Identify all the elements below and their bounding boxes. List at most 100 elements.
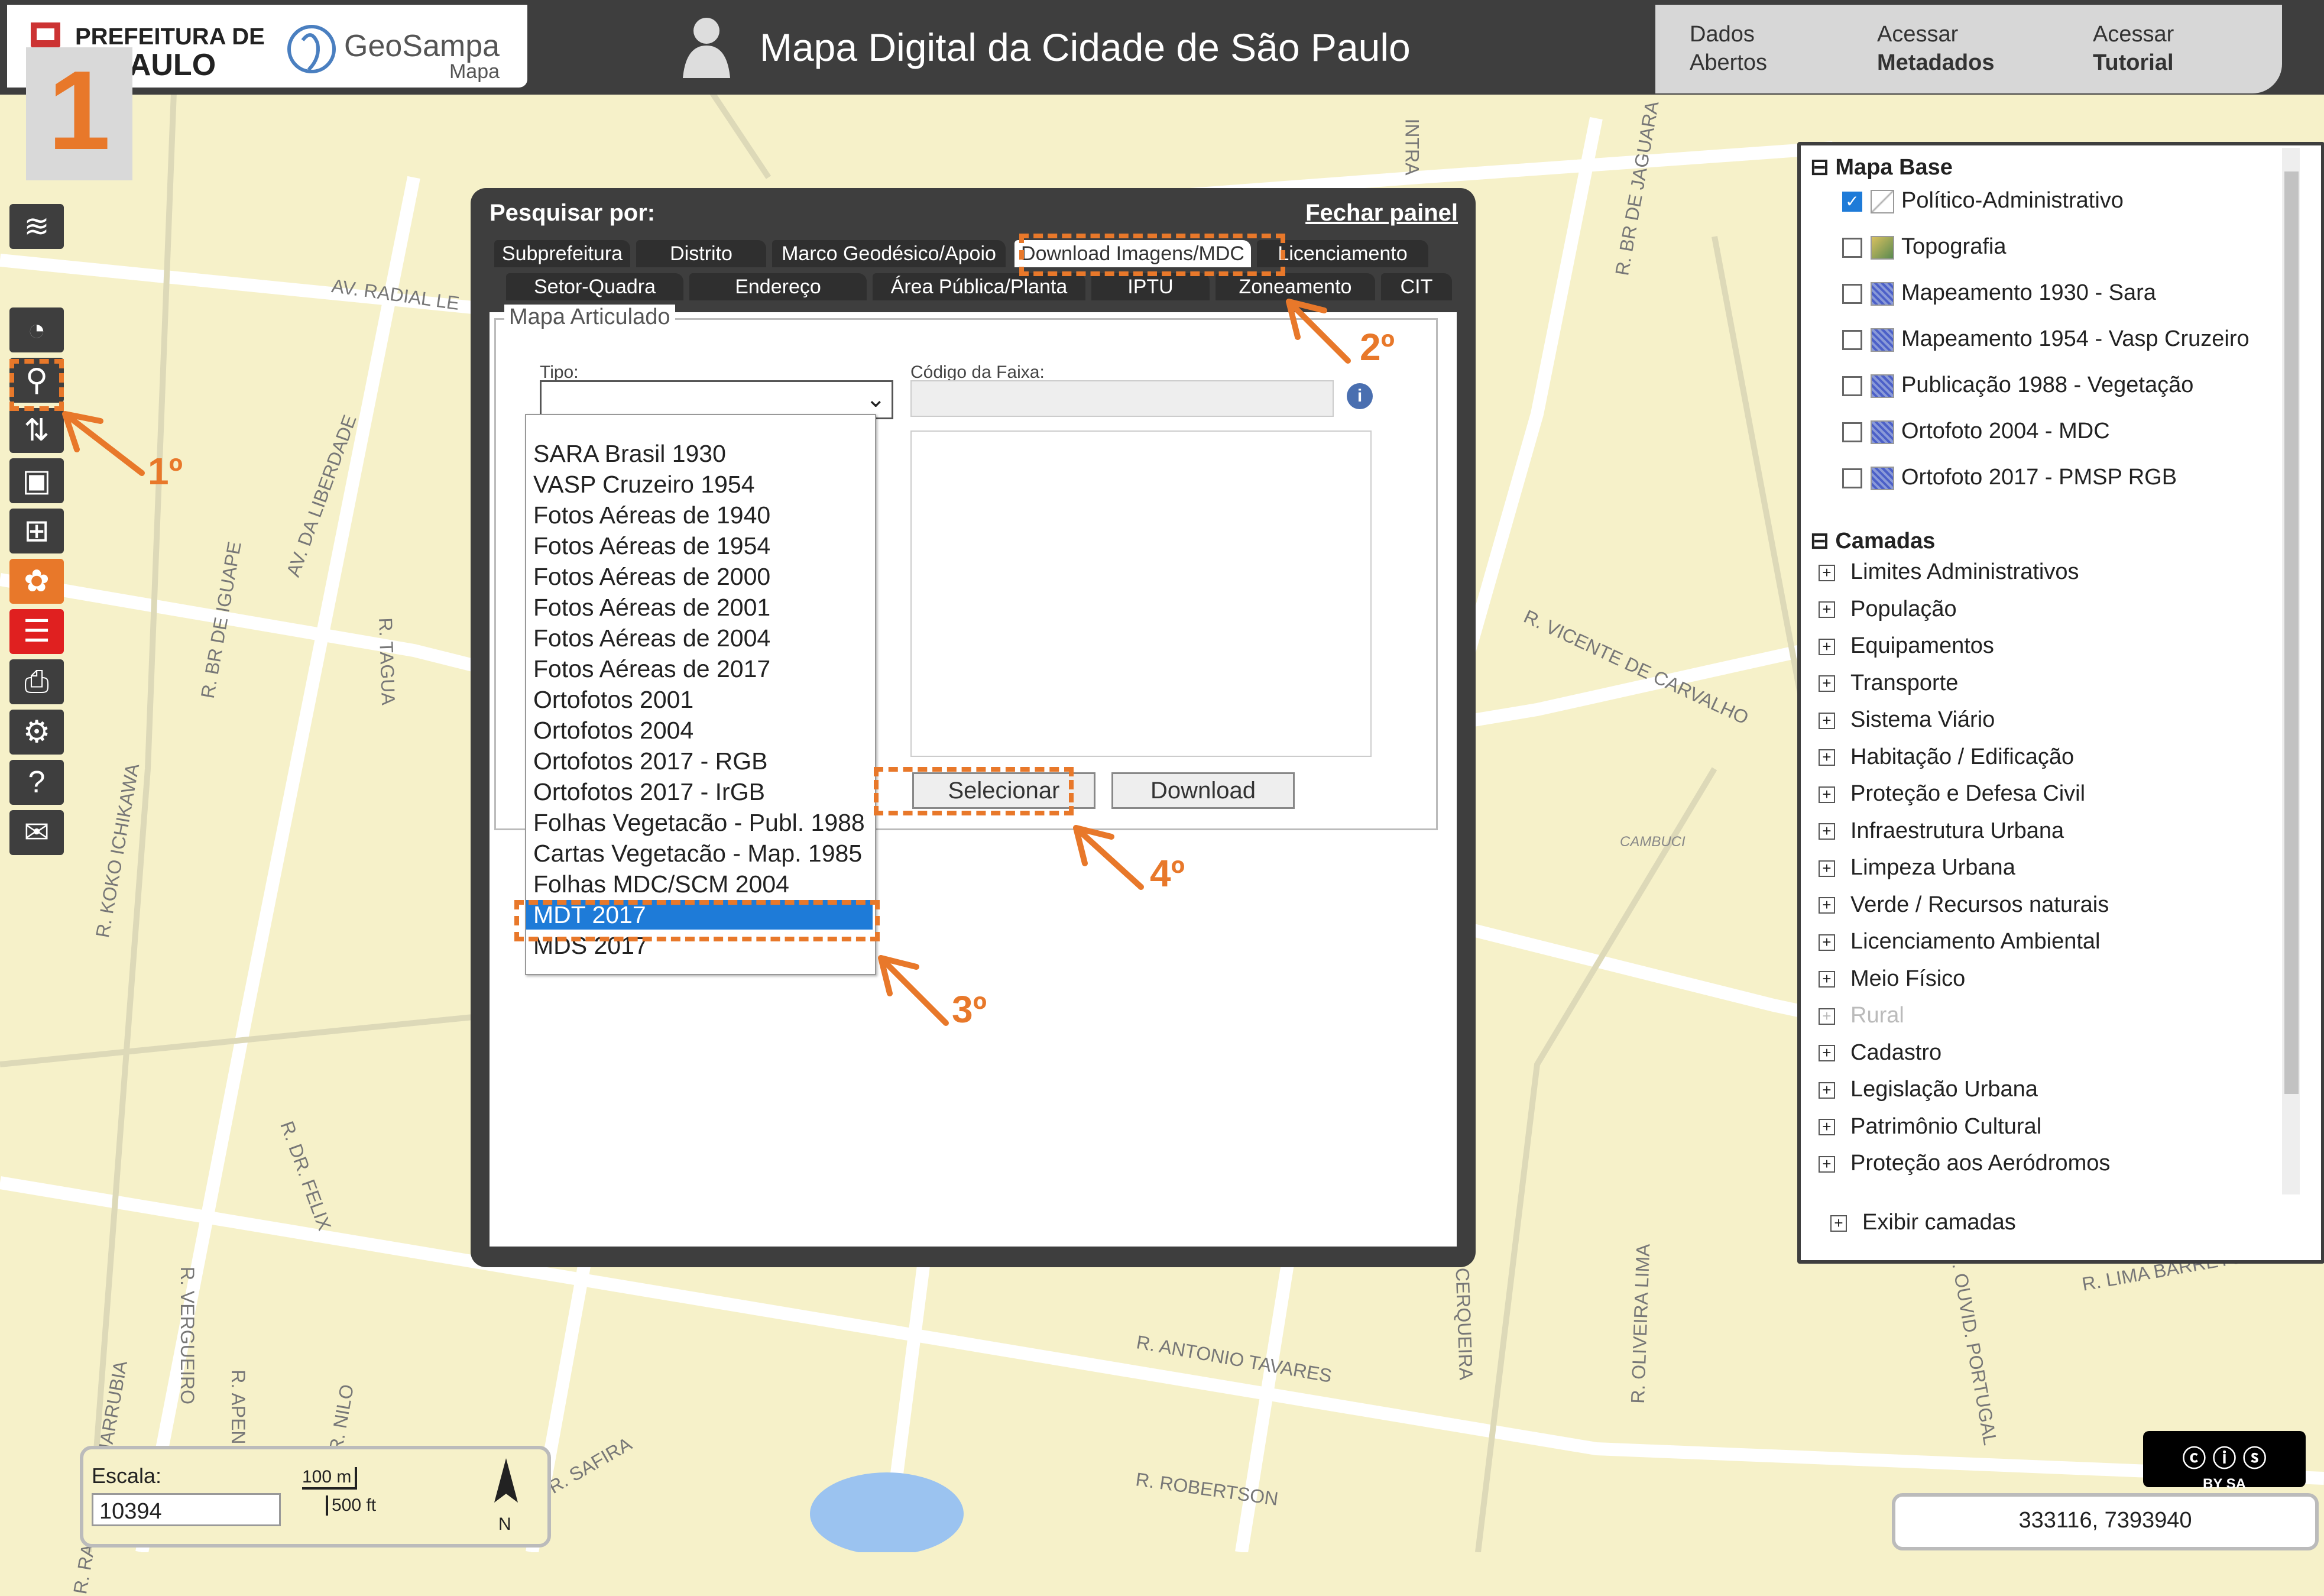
expand-icon: + [1830,1215,1847,1232]
camada-label: Sistema Viário [1850,707,1995,732]
layer-thumbnail-icon [1871,281,1894,306]
camada-label: Cadastro [1850,1040,1942,1065]
camada-item[interactable]: + Patrimônio Cultural [1819,1114,2041,1139]
expand-icon[interactable]: + [1819,749,1835,766]
expand-icon[interactable]: + [1819,1045,1835,1062]
expand-icon[interactable]: + [1819,971,1835,988]
camada-label: Rural [1850,1003,1904,1028]
layer-label: Político-Administrativo [1901,188,2124,213]
checkbox[interactable] [1842,329,1862,350]
checkbox[interactable] [1842,375,1862,396]
checkbox[interactable]: ✓ [1842,191,1862,212]
annotation-step-1: 1º [148,450,183,493]
layer-thumbnail-icon [1871,374,1894,398]
north-label: N [498,1514,511,1534]
layer-label: Publicação 1988 - Vegetação [1901,373,2194,397]
scale-bar-m: 100 m [302,1467,358,1490]
checkbox[interactable] [1842,283,1862,304]
expand-icon[interactable]: + [1819,1119,1835,1136]
annotation-step-3: 3º [952,988,987,1031]
mapa-base-item[interactable]: Ortofoto 2004 - MDC [1842,419,2110,444]
layer-label: Topografia [1901,234,2007,259]
license-text: BY SA [2203,1476,2246,1492]
layer-label: Mapeamento 1930 - Sara [1901,280,2156,305]
camada-item[interactable]: + Verde / Recursos naturais [1819,892,2109,918]
scale-label: Escala: [92,1464,162,1488]
checkbox[interactable] [1842,422,1862,442]
camada-item[interactable]: + Infraestrutura Urbana [1819,818,2064,844]
scale-widget: Escala: 10394 100 m 500 ft N [80,1446,551,1548]
expand-icon[interactable]: + [1819,712,1835,729]
camada-label: Verde / Recursos naturais [1850,892,2109,917]
camada-item[interactable]: + Proteção e Defesa Civil [1819,781,2085,807]
camadas-title[interactable]: ⊟ Camadas [1810,527,1935,554]
camada-label: Legislação Urbana [1850,1077,2038,1102]
mapa-base-item[interactable]: Mapeamento 1954 - Vasp Cruzeiro [1842,326,2250,352]
layer-label: Mapeamento 1954 - Vasp Cruzeiro [1901,326,2250,351]
camada-label: Limites Administrativos [1850,559,2079,584]
expand-icon[interactable]: + [1819,675,1835,692]
creative-commons-badge[interactable]: ⓒ ⓘ ⓢ BY SA [2143,1431,2306,1492]
scale-input[interactable]: 10394 [92,1493,281,1526]
camada-label: Proteção e Defesa Civil [1850,781,2086,806]
expand-icon[interactable]: + [1819,860,1835,877]
layer-thumbnail-icon [1871,189,1894,213]
camada-item[interactable]: + Sistema Viário [1819,707,1995,733]
layer-thumbnail-icon [1871,328,1894,352]
expand-icon[interactable]: + [1819,1082,1835,1099]
expand-icon[interactable]: + [1819,638,1835,655]
camada-item[interactable]: + Rural [1819,1003,1904,1028]
camada-label: Equipamentos [1850,633,1994,658]
layer-panel: ⊟ Mapa Base ⊟ Camadas + Exibir camadas ✓ P… [1797,142,2324,1264]
cc-icon: ⓒ ⓘ ⓢ [2182,1446,2267,1472]
mapa-base-item[interactable]: Mapeamento 1930 - Sara [1842,280,2156,306]
camada-item[interactable]: + Legislação Urbana [1819,1077,2038,1102]
layer-thumbnail-icon [1871,235,1894,260]
camada-label: Limpeza Urbana [1850,855,2015,880]
layer-label: Ortofoto 2017 - PMSP RGB [1901,465,2177,490]
camada-label: Habitação / Edificação [1850,744,2075,769]
annotation-step-4: 4º [1150,852,1185,895]
mapa-base-item[interactable]: Ortofoto 2017 - PMSP RGB [1842,465,2177,490]
expand-icon[interactable]: + [1819,897,1835,914]
mapa-base-item[interactable]: Publicação 1988 - Vegetação [1842,373,2193,398]
mapa-base-item[interactable]: Topografia [1842,234,2006,260]
camada-label: Licenciamento Ambiental [1850,929,2101,954]
expand-icon[interactable]: + [1819,934,1835,951]
camada-item[interactable]: + Licenciamento Ambiental [1819,929,2100,954]
layer-thumbnail-icon [1871,466,1894,490]
camada-item[interactable]: + Limites Administrativos [1819,559,2079,585]
annotation-step-2: 2º [1360,326,1395,368]
camada-item[interactable]: + Equipamentos [1819,633,1994,659]
exibir-camadas[interactable]: + Exibir camadas [1830,1210,2016,1235]
mapa-base-item[interactable]: ✓ Político-Administrativo [1842,188,2124,213]
camada-item[interactable]: + Habitação / Edificação [1819,744,2074,770]
camada-item[interactable]: + Cadastro [1819,1040,1941,1066]
expand-icon[interactable]: + [1819,1155,1835,1173]
expand-icon[interactable]: + [1819,601,1835,619]
mapa-base-title[interactable]: ⊟ Mapa Base [1810,154,1953,180]
camada-item[interactable]: + Proteção aos Aeródromos [1819,1151,2110,1176]
camada-label: Infraestrutura Urbana [1850,818,2064,843]
camada-label: Meio Físico [1850,966,1966,991]
layer-thumbnail-icon [1871,420,1894,444]
camada-item[interactable]: + Limpeza Urbana [1819,855,2015,880]
layer-label: Ortofoto 2004 - MDC [1901,419,2110,443]
camada-label: Patrimônio Cultural [1850,1113,2042,1139]
coordinates-display: 333116, 7393940 [1892,1493,2319,1550]
expand-icon[interactable]: + [1819,823,1835,840]
scale-bar-ft: 500 ft [326,1495,376,1516]
expand-icon[interactable]: + [1819,564,1835,581]
camada-item[interactable]: + Transporte [1819,671,1958,696]
camada-label: Transporte [1850,670,1959,695]
camada-label: Proteção aos Aeródromos [1850,1151,2111,1176]
camada-item[interactable]: + Meio Físico [1819,966,1965,992]
expand-icon[interactable]: + [1819,786,1835,803]
scrollbar-thumb[interactable] [2284,171,2299,1094]
checkbox[interactable] [1842,468,1862,488]
camada-item[interactable]: + População [1819,597,1957,622]
camada-label: População [1850,596,1957,621]
expand-icon[interactable]: + [1819,1008,1835,1025]
north-arrow-icon [494,1458,518,1503]
checkbox[interactable] [1842,237,1862,258]
